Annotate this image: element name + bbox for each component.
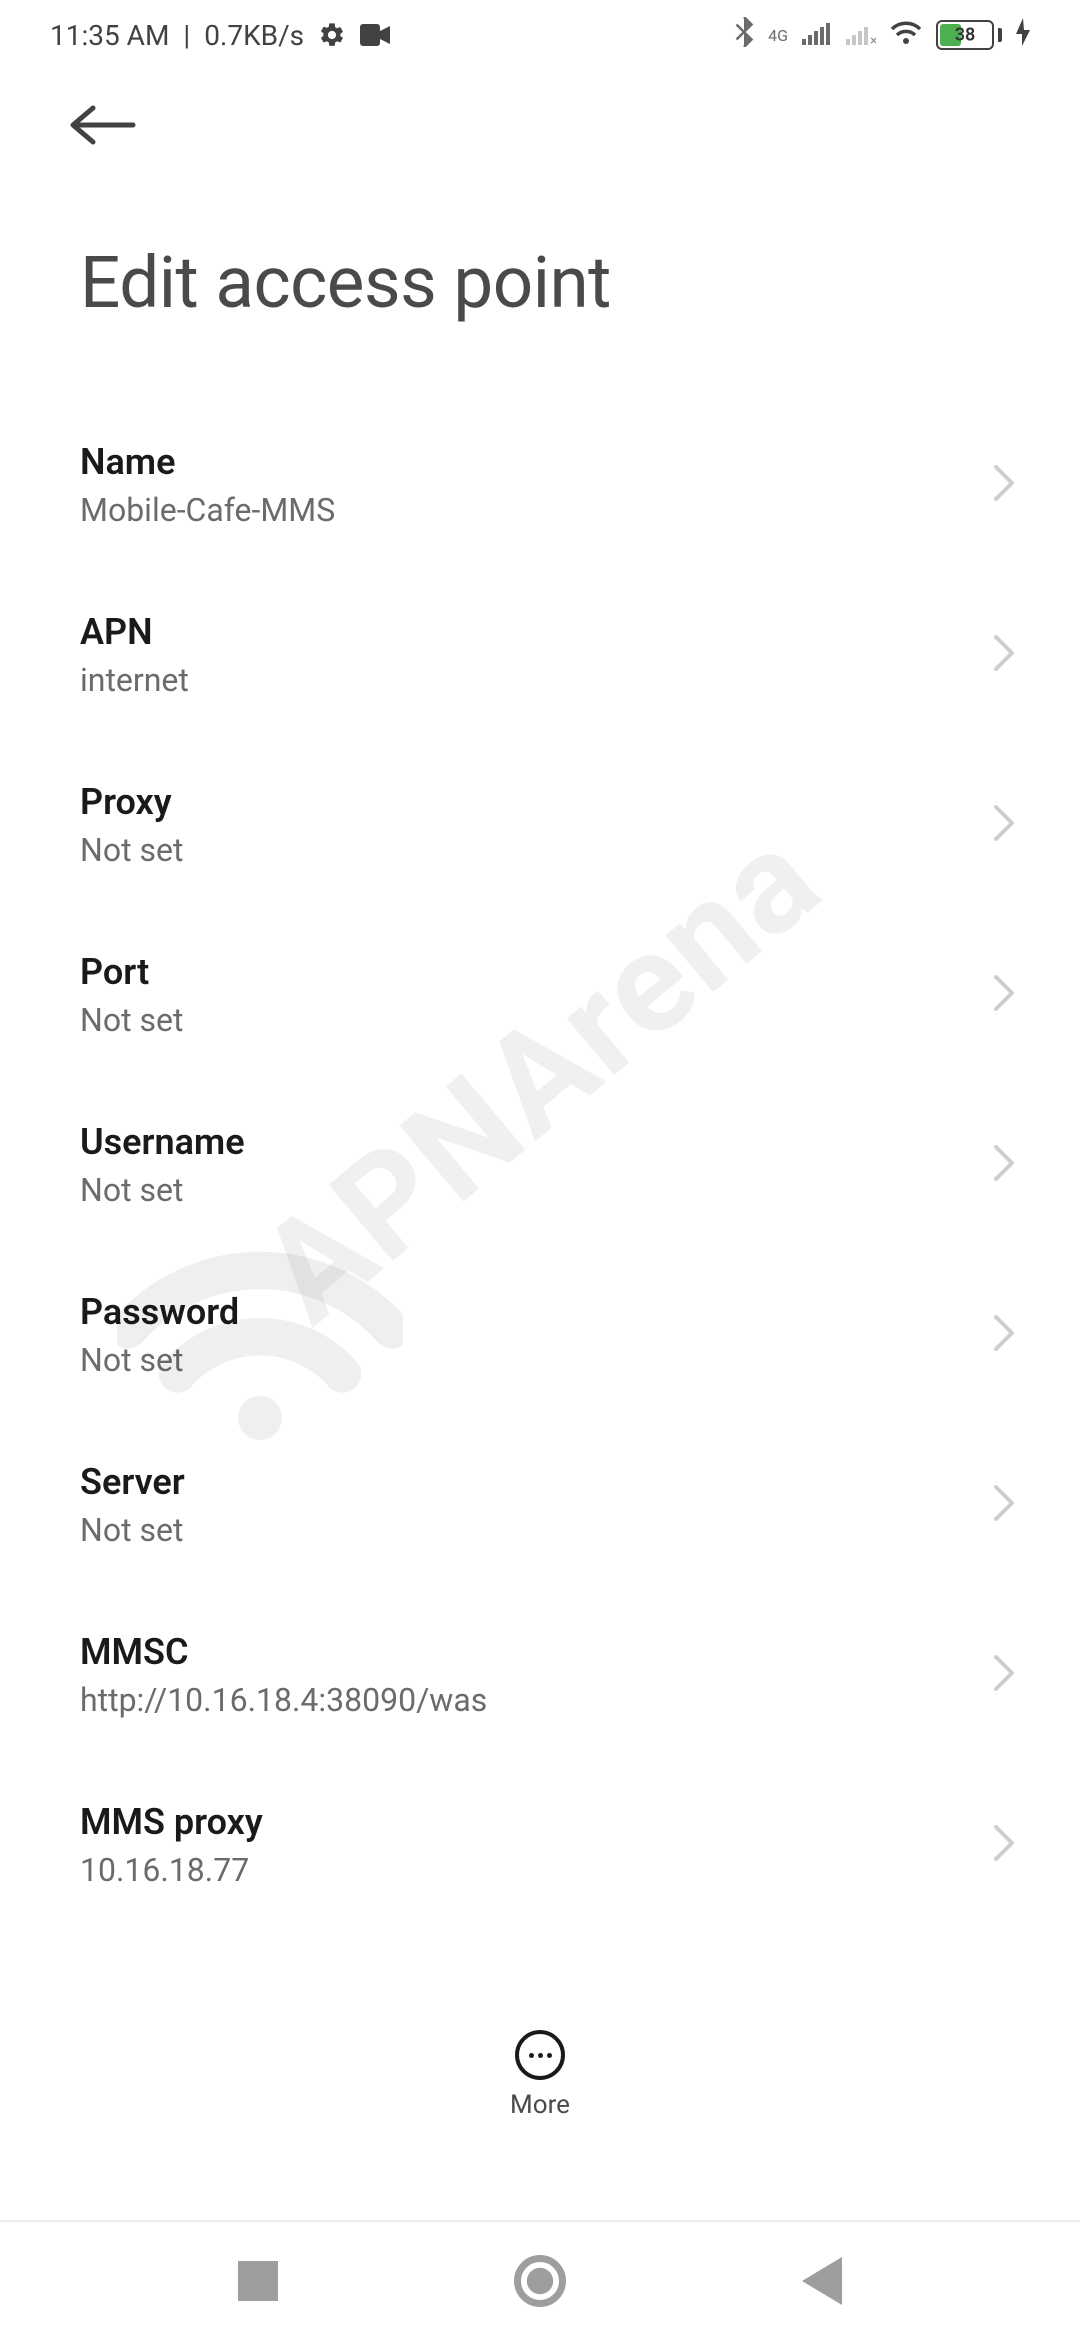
wifi-icon: [890, 19, 922, 52]
field-mmsc[interactable]: MMSC http://10.16.18.4:38090/was: [0, 1590, 1080, 1760]
field-label: MMS proxy: [80, 1801, 992, 1843]
field-label: Name: [80, 441, 992, 483]
field-password[interactable]: Password Not set: [0, 1250, 1080, 1420]
more-icon: [515, 2030, 565, 2080]
more-button[interactable]: More: [0, 2020, 1080, 2126]
status-separator: |: [183, 19, 190, 52]
field-value: Not set: [80, 831, 992, 869]
gear-icon: [318, 21, 346, 49]
settings-list: Name Mobile-Cafe-MMS APN internet Proxy …: [0, 400, 1080, 1930]
more-label: More: [510, 2090, 570, 2120]
field-value: 10.16.18.77: [80, 1851, 992, 1889]
chevron-right-icon: [992, 1653, 1016, 1697]
field-apn[interactable]: APN internet: [0, 570, 1080, 740]
chevron-right-icon: [992, 1313, 1016, 1357]
field-label: MMSC: [80, 1631, 992, 1673]
field-label: Server: [80, 1461, 992, 1503]
field-label: Username: [80, 1121, 992, 1163]
status-bar: 11:35 AM | 0.7KB/s 4G × 38: [0, 0, 1080, 70]
field-label: Proxy: [80, 781, 992, 823]
field-proxy[interactable]: Proxy Not set: [0, 740, 1080, 910]
nav-recents-button[interactable]: [238, 2261, 278, 2301]
bluetooth-icon: [734, 17, 754, 54]
status-data-rate: 0.7KB/s: [204, 19, 304, 52]
field-name[interactable]: Name Mobile-Cafe-MMS: [0, 400, 1080, 570]
field-label: Password: [80, 1291, 992, 1333]
battery-indicator: 38: [936, 20, 1002, 50]
page-title: Edit access point: [0, 164, 1080, 400]
signal-sim1-icon: [802, 19, 832, 52]
signal-sim2-icon: ×: [846, 19, 876, 52]
field-port[interactable]: Port Not set: [0, 910, 1080, 1080]
chevron-right-icon: [992, 463, 1016, 507]
chevron-right-icon: [992, 1823, 1016, 1867]
charging-icon: [1016, 18, 1030, 53]
field-mms-proxy[interactable]: MMS proxy 10.16.18.77: [0, 1760, 1080, 1930]
field-server[interactable]: Server Not set: [0, 1420, 1080, 1590]
field-label: APN: [80, 611, 992, 653]
field-value: Not set: [80, 1171, 992, 1209]
field-value: internet: [80, 661, 992, 699]
chevron-right-icon: [992, 803, 1016, 847]
network-4g-label: 4G: [768, 26, 788, 45]
nav-home-button[interactable]: [514, 2255, 566, 2307]
status-time: 11:35 AM: [50, 19, 169, 52]
chevron-right-icon: [992, 973, 1016, 1017]
camera-icon: [360, 24, 390, 46]
field-value: Not set: [80, 1001, 992, 1039]
field-value: Mobile-Cafe-MMS: [80, 491, 992, 529]
svg-text:×: ×: [870, 33, 876, 45]
back-button[interactable]: [68, 135, 138, 154]
battery-percent: 38: [938, 25, 992, 46]
chevron-right-icon: [992, 1143, 1016, 1187]
chevron-right-icon: [992, 1483, 1016, 1527]
field-value: http://10.16.18.4:38090/was: [80, 1681, 992, 1719]
system-nav-bar: [0, 2220, 1080, 2340]
nav-back-button[interactable]: [802, 2257, 842, 2305]
chevron-right-icon: [992, 633, 1016, 677]
field-label: Port: [80, 951, 992, 993]
field-value: Not set: [80, 1511, 992, 1549]
field-username[interactable]: Username Not set: [0, 1080, 1080, 1250]
field-value: Not set: [80, 1341, 992, 1379]
